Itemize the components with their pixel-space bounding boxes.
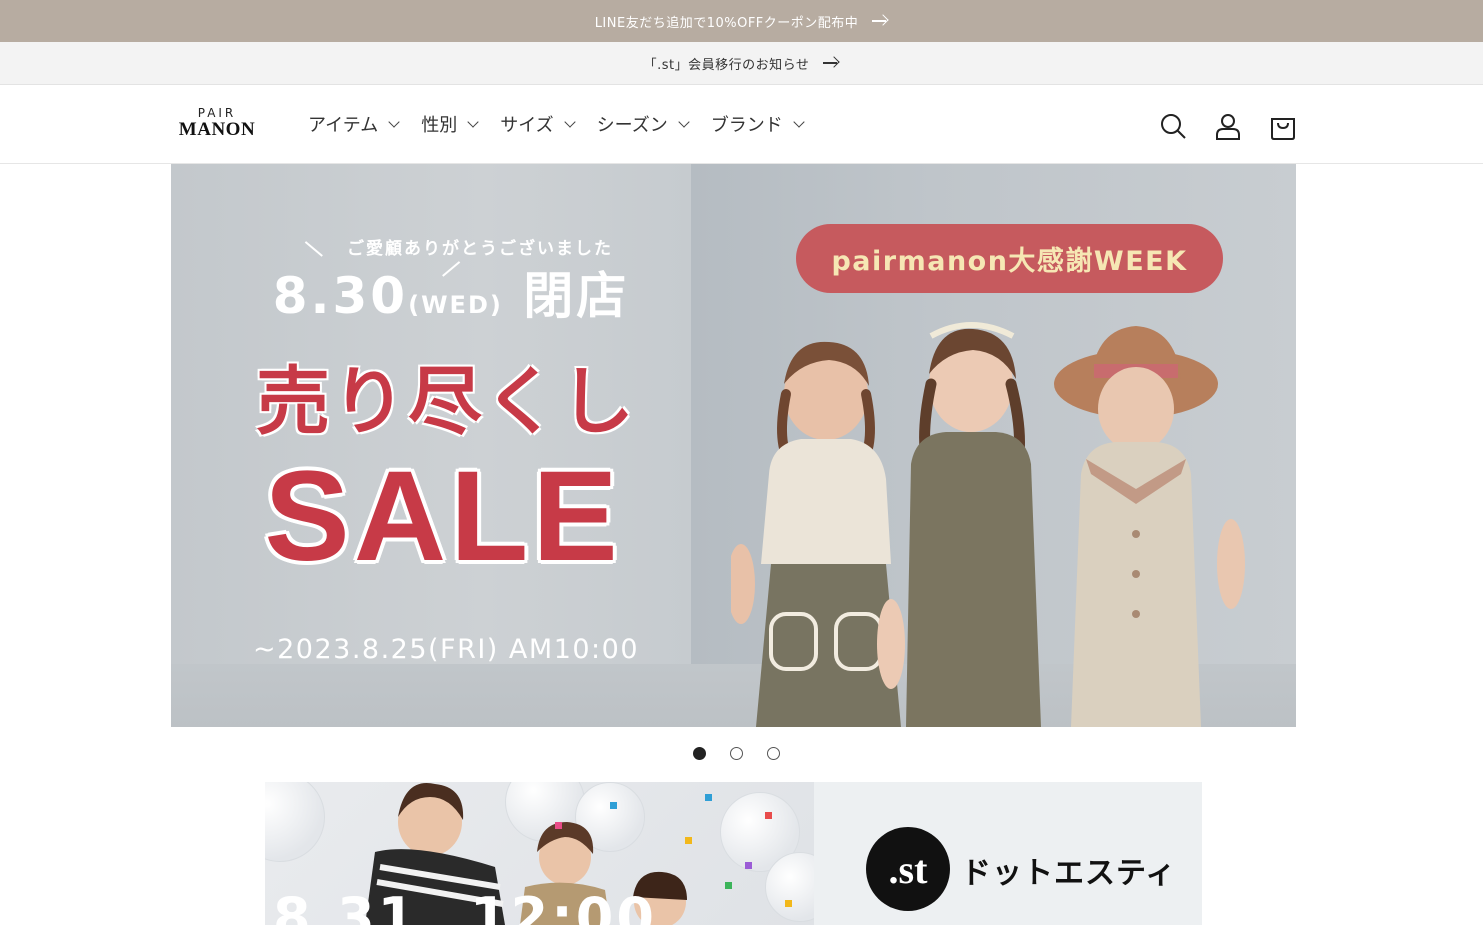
promo-date-day: 8.31 [273,886,419,925]
hero-sale-jp: 売り尽くし [256,359,636,445]
carousel-dot-1[interactable] [693,747,706,760]
nav-item-gender[interactable]: 性別 [421,110,479,138]
confetti [610,802,617,809]
promo-date-time: 12:00 [470,886,657,925]
main-nav: アイテム 性別 サイズ シーズン ブランド [308,110,826,138]
slash-decoration [305,241,323,257]
st-logo-mark: .st [866,827,950,911]
confetti [725,882,732,889]
brand-logo[interactable]: PAIR MANON [172,106,262,146]
thanks-label: ご愛顧ありがとうございました [346,239,613,259]
chevron-down-icon [388,116,400,128]
hero-until-text: ~2023.8.25(FRI) AM10:00 [252,634,639,665]
nav-label: 性別 [421,115,458,136]
children-photo [731,322,1245,727]
carousel-dots [693,747,804,760]
close-date: 8.30 [272,267,409,325]
cart-icon [1271,118,1295,140]
nav-item-items[interactable]: アイテム [308,110,400,138]
nav-item-size[interactable]: サイズ [500,110,576,138]
close-word: 閉店 [523,267,630,325]
promo-date: 8.31 12:00 [273,886,657,925]
notice-text[interactable]: 「.st」会員移行のお知らせ [644,54,810,73]
confetti [785,900,792,907]
chevron-down-icon [793,116,805,128]
child-right [1054,326,1245,727]
thanks-week-badge: pairmanon大感謝WEEK [796,224,1223,293]
nav-label: サイズ [500,115,554,136]
nav-label: ブランド [710,115,783,136]
promo-brand-panel: .st ドットエスティ [814,782,1202,925]
logo-top-text: PAIR [197,106,237,120]
search-icon [1161,114,1186,139]
header-icons [1155,108,1320,144]
cart-button[interactable] [1265,108,1301,144]
st-brand-name: ドットエスティ [961,856,1177,891]
arrow-right-icon [872,15,888,27]
site-header: PAIR MANON アイテム 性別 サイズ シーズン ブランド [0,86,1483,164]
nav-item-brand[interactable]: ブランド [710,110,805,138]
account-button[interactable] [1210,108,1246,144]
chevron-down-icon [678,116,690,128]
promo-image: 8.31 12:00 [265,782,814,925]
nav-label: アイテム [308,115,379,136]
child-center [877,322,1041,727]
announcement-bar[interactable]: LINE友だち追加で10%OFFクーポン配布中 [0,0,1483,42]
announcement-text[interactable]: LINE友だち追加で10%OFFクーポン配布中 [595,12,859,31]
close-day: (WED) [408,291,503,319]
confetti [685,837,692,844]
child-left [731,341,901,727]
promo-banner[interactable]: 8.31 12:00 .st ドットエスティ [265,782,1202,925]
hero-close-date: 8.30(WED) 閉店 [261,268,641,333]
confetti [765,812,772,819]
account-icon [1216,114,1240,140]
hero-banner[interactable]: ご愛顧ありがとうございました 8.30(WED) 閉店 売り尽くし SALE ~… [171,164,1296,727]
nav-label: シーズン [596,115,668,136]
hero-sale-en: SALE [264,445,622,588]
confetti [705,794,712,801]
nav-item-season[interactable]: シーズン [596,110,690,138]
arrow-right-icon [823,57,839,69]
chevron-down-icon [467,116,479,128]
logo-bottom-text: MANON [178,119,256,140]
chevron-down-icon [564,116,576,128]
carousel-dot-2[interactable] [730,747,743,760]
confetti [555,822,562,829]
confetti [745,862,752,869]
search-button[interactable] [1155,108,1191,144]
carousel-dot-3[interactable] [767,747,780,760]
notice-bar[interactable]: 「.st」会員移行のお知らせ [0,42,1483,85]
